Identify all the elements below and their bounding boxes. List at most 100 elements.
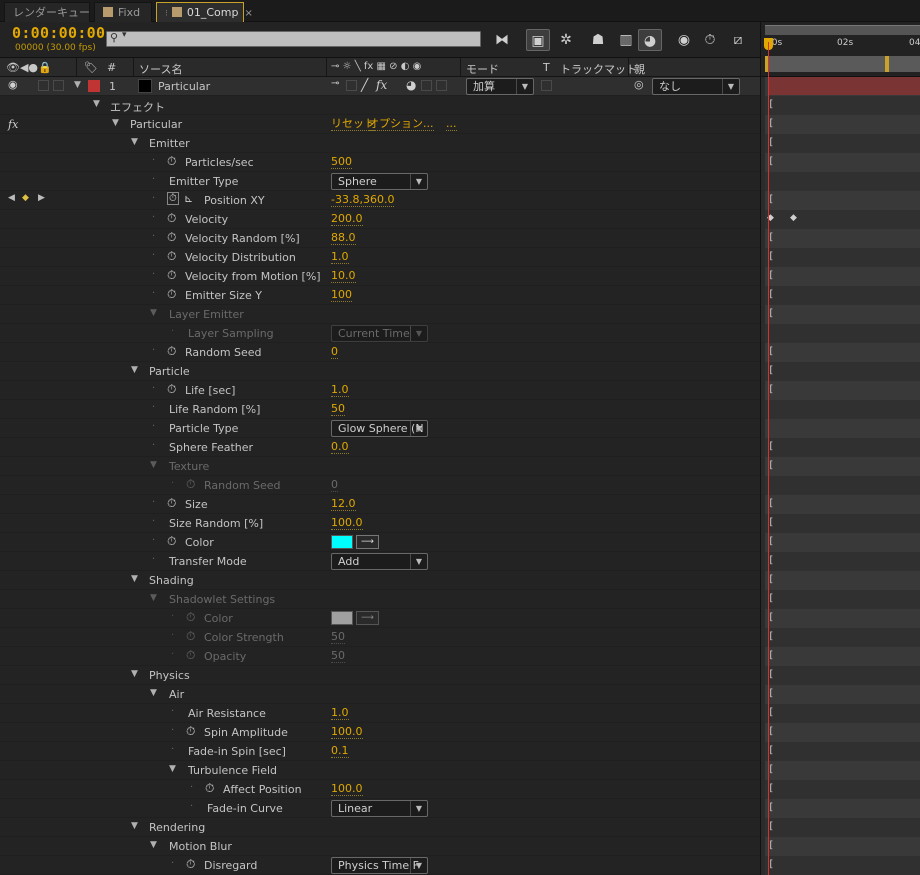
property-track[interactable]: [	[765, 723, 920, 742]
keyframe-diamond[interactable]: ◆	[790, 213, 797, 223]
property-track[interactable]: [	[765, 96, 920, 115]
property-value[interactable]: 0.0	[331, 441, 349, 454]
property-row-velocity-random[interactable]: · ⏱ Velocity Random [%] 88.0	[0, 229, 760, 248]
triangle-down-icon[interactable]: ▼	[74, 80, 84, 90]
effect-switch-icon[interactable]: fx	[376, 78, 387, 92]
tab-01-comp[interactable]: ⁝ 01_Comp ×	[156, 2, 253, 22]
adjustment-switch[interactable]	[421, 80, 432, 91]
close-icon[interactable]: ×	[244, 8, 252, 19]
stopwatch-icon[interactable]: ⏱	[186, 648, 195, 663]
triangle-down-icon[interactable]: ▼	[131, 669, 141, 679]
property-track[interactable]: [	[765, 115, 920, 134]
property-track[interactable]: [	[765, 799, 920, 818]
group-row-physics[interactable]: ▼ Physics	[0, 666, 760, 685]
preserve-transparency-switch[interactable]	[541, 80, 552, 91]
property-track[interactable]	[765, 419, 920, 438]
effects-group-row[interactable]: ▼ エフェクト	[0, 96, 760, 115]
property-track[interactable]: [	[765, 628, 920, 647]
time-navigator-bar[interactable]	[765, 25, 920, 35]
stopwatch-icon[interactable]: ⏱	[167, 154, 176, 169]
triangle-down-icon[interactable]: ▼	[93, 99, 103, 109]
triangle-down-icon[interactable]: ▼	[131, 137, 141, 147]
property-track[interactable]: [	[765, 381, 920, 400]
column-parent[interactable]: 親	[634, 61, 645, 77]
stopwatch-icon[interactable]: ⏱	[167, 230, 176, 245]
property-row-size[interactable]: · ⏱ Size 12.0	[0, 495, 760, 514]
comp-flowchart-icon[interactable]: ⧓	[490, 29, 514, 51]
draft-3d-icon[interactable]: ▣	[526, 29, 550, 51]
property-row-texture-random-seed[interactable]: · ⏱ Random Seed 0	[0, 476, 760, 495]
property-track[interactable]: [	[765, 343, 920, 362]
property-row-emitter-size-y[interactable]: · ⏱ Emitter Size Y 100	[0, 286, 760, 305]
layer-name[interactable]: Particular	[158, 80, 210, 93]
collapse-switch[interactable]	[346, 80, 357, 91]
column-trackmatte[interactable]: トラックマット	[560, 61, 637, 77]
group-row-turbulence-field[interactable]: ▼ Turbulence Field	[0, 761, 760, 780]
frame-blending-icon[interactable]: ▥	[614, 29, 638, 51]
property-track[interactable]: [	[765, 514, 920, 533]
stopwatch-icon[interactable]: ⏱	[186, 610, 195, 625]
next-keyframe-icon[interactable]: ▶	[38, 193, 45, 203]
parent-dropdown[interactable]: なし ▼	[652, 78, 740, 95]
property-track[interactable]: [	[765, 704, 920, 723]
property-value[interactable]: 1.0	[331, 384, 349, 397]
property-row-particles-sec[interactable]: · ⏱ Particles/sec 500	[0, 153, 760, 172]
stopwatch-icon[interactable]: ⏱	[186, 857, 195, 872]
property-row-size-random[interactable]: · Size Random [%] 100.0	[0, 514, 760, 533]
stopwatch-icon[interactable]: ⏱	[186, 724, 195, 739]
property-track[interactable]: [	[765, 248, 920, 267]
group-row-shading[interactable]: ▼ Shading	[0, 571, 760, 590]
current-time-display[interactable]: 0:00:00:00	[12, 24, 105, 42]
eye-icon[interactable]: ◉	[8, 78, 18, 91]
effect-options-link[interactable]: オプション...	[368, 118, 434, 131]
stopwatch-icon[interactable]: ⏱	[167, 287, 176, 302]
triangle-down-icon[interactable]: ▼	[150, 840, 160, 850]
triangle-down-icon[interactable]: ▼	[150, 308, 160, 318]
property-row-emitter-type[interactable]: · Emitter Type Sphere ▼	[0, 172, 760, 191]
property-track[interactable]: [	[765, 647, 920, 666]
property-value[interactable]: 200.0	[331, 213, 363, 226]
property-value[interactable]: 1.0	[331, 707, 349, 720]
tab-render-queue[interactable]: レンダーキュー	[4, 2, 90, 22]
group-row-air[interactable]: ▼ Air	[0, 685, 760, 704]
quality-switch-icon[interactable]: ╱	[361, 78, 368, 92]
property-row-particle-type[interactable]: · Particle Type Glow Sphere (N ▼	[0, 419, 760, 438]
layer-sampling-dropdown[interactable]: Current Time ▼	[331, 325, 428, 342]
stopwatch-icon[interactable]: ⏱	[167, 496, 176, 511]
property-row-fade-in-curve[interactable]: · Fade-in Curve Linear ▼	[0, 799, 760, 818]
property-track[interactable]: [	[765, 457, 920, 476]
property-track[interactable]	[765, 324, 920, 343]
stopwatch-icon[interactable]: ⏱	[167, 534, 176, 549]
triangle-down-icon[interactable]: ▼	[150, 688, 160, 698]
property-value[interactable]: -33.8,360.0	[331, 194, 395, 207]
particle-type-dropdown[interactable]: Glow Sphere (N ▼	[331, 420, 428, 437]
property-row-spin-amplitude[interactable]: · ⏱ Spin Amplitude 100.0	[0, 723, 760, 742]
3d-layer-switch[interactable]	[436, 80, 447, 91]
tab-fixd[interactable]: Fixd	[94, 2, 152, 22]
graph-icon[interactable]: ⊾	[184, 192, 193, 205]
property-track[interactable]: [	[765, 495, 920, 514]
property-value[interactable]: 50	[331, 650, 345, 663]
shy-switch-icon[interactable]: ⊸	[331, 78, 339, 89]
triangle-down-icon[interactable]: ▼	[131, 365, 141, 375]
group-row-texture[interactable]: ▼ Texture	[0, 457, 760, 476]
property-value[interactable]: 12.0	[331, 498, 356, 511]
stopwatch-icon[interactable]: ⏱	[186, 477, 195, 492]
eyedropper-icon[interactable]: ⟶	[356, 535, 379, 549]
brainstorm-icon[interactable]: ⧄	[726, 29, 750, 51]
property-row-layer-sampling[interactable]: · Layer Sampling Current Time ▼	[0, 324, 760, 343]
property-track[interactable]	[765, 476, 920, 495]
fade-in-curve-dropdown[interactable]: Linear ▼	[331, 800, 428, 817]
motion-blur-switch-icon[interactable]: ◕	[406, 78, 416, 92]
work-area-bar[interactable]	[765, 56, 920, 72]
property-row-position-xy[interactable]: ◀ ◆ ▶ · ⏱ ⊾ Position XY -33.8,360.0	[0, 191, 760, 210]
column-mode[interactable]: モード	[466, 61, 499, 77]
blend-mode-dropdown[interactable]: 加算 ▼	[466, 78, 534, 95]
property-track[interactable]: [	[765, 267, 920, 286]
property-track[interactable]: ◆ ◆	[765, 210, 920, 229]
prev-keyframe-icon[interactable]: ◀	[8, 193, 15, 203]
property-value[interactable]: 88.0	[331, 232, 356, 245]
property-value[interactable]: 100	[331, 289, 352, 302]
stopwatch-icon[interactable]: ⏱	[167, 268, 176, 283]
triangle-down-icon[interactable]: ▼	[169, 764, 179, 774]
